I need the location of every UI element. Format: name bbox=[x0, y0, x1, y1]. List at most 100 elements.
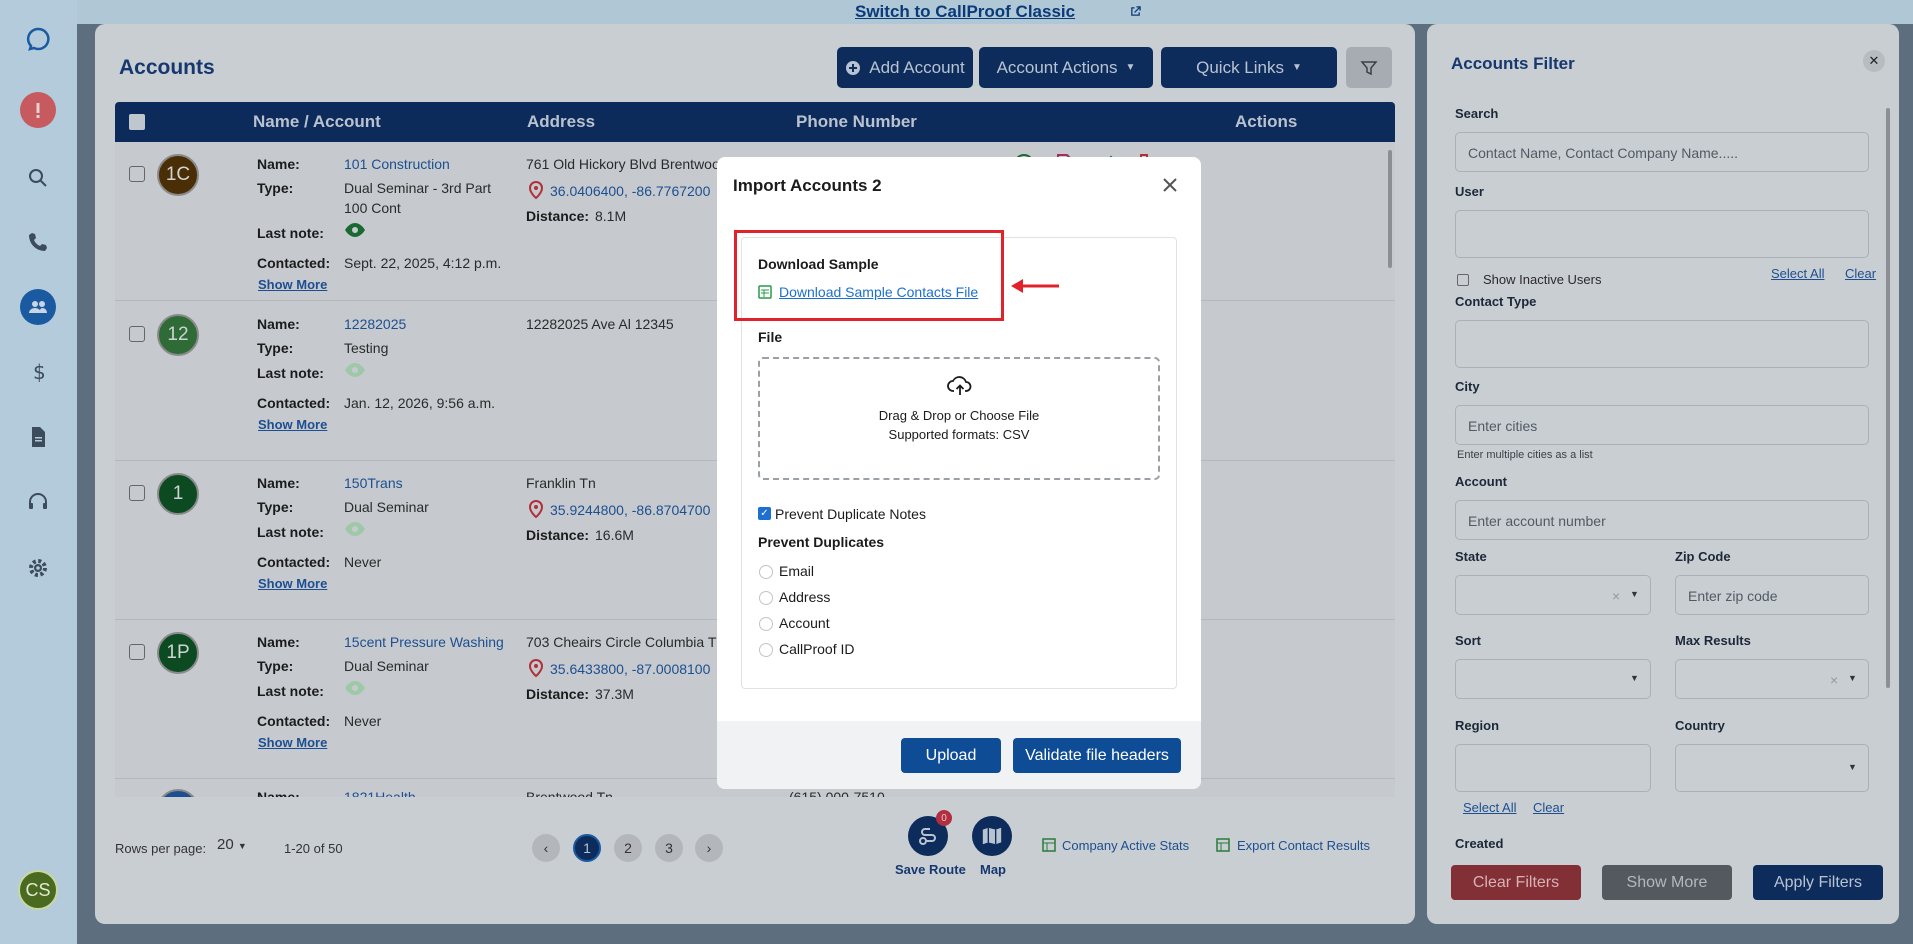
eye-icon[interactable] bbox=[344, 521, 366, 537]
close-icon[interactable] bbox=[1158, 173, 1182, 197]
contact-type-select[interactable] bbox=[1455, 320, 1869, 368]
sort-select[interactable]: ▼ bbox=[1455, 659, 1651, 699]
state-select[interactable]: × ▼ bbox=[1455, 575, 1651, 615]
region-select[interactable] bbox=[1455, 744, 1651, 792]
settings-icon[interactable] bbox=[20, 550, 56, 586]
page-2[interactable]: 2 bbox=[614, 834, 642, 862]
user-select-all-link[interactable]: Select All bbox=[1771, 266, 1824, 281]
user-select[interactable] bbox=[1455, 210, 1869, 258]
row-checkbox[interactable] bbox=[129, 166, 145, 182]
row-show-more-link[interactable]: Show More bbox=[258, 417, 327, 432]
prevent-duplicate-notes-checkbox[interactable]: ✓ bbox=[758, 507, 771, 520]
city-label: City bbox=[1455, 379, 1480, 394]
row-checkbox[interactable] bbox=[129, 644, 145, 660]
coordinates-link[interactable]: 36.0406400, -86.7767200 bbox=[526, 180, 710, 202]
eye-icon[interactable] bbox=[344, 222, 366, 238]
contacted-date: Never bbox=[344, 713, 382, 729]
prevent-dup-email-radio[interactable] bbox=[759, 565, 773, 579]
upload-button[interactable]: Upload bbox=[901, 738, 1001, 773]
contacted-label: Contacted: bbox=[257, 395, 331, 411]
distance-value: 16.6M bbox=[595, 527, 634, 543]
created-label: Created bbox=[1455, 836, 1504, 851]
distance-value: 37.3M bbox=[595, 686, 634, 702]
show-inactive-label: Show Inactive Users bbox=[1483, 272, 1602, 287]
account-name-link[interactable]: 150Trans bbox=[344, 475, 403, 491]
search-icon[interactable] bbox=[20, 160, 56, 196]
country-select[interactable]: ▼ bbox=[1675, 744, 1869, 792]
page-3[interactable]: 3 bbox=[655, 834, 683, 862]
table-scrollbar[interactable] bbox=[1388, 150, 1392, 268]
account-name-link[interactable]: 12282025 bbox=[344, 316, 406, 332]
prevent-dup-address-radio[interactable] bbox=[759, 591, 773, 605]
max-results-select[interactable]: × ▼ bbox=[1675, 659, 1869, 699]
city-input[interactable]: Enter cities bbox=[1455, 405, 1869, 445]
switch-classic-link[interactable]: Switch to CallProof Classic bbox=[855, 2, 1075, 22]
document-icon[interactable] bbox=[20, 419, 56, 455]
account-address: Brentwood Tn bbox=[526, 789, 613, 797]
page-range: 1-20 of 50 bbox=[284, 841, 343, 856]
logo-icon[interactable] bbox=[20, 21, 56, 57]
account-name-link[interactable]: 15cent Pressure Washing bbox=[344, 634, 504, 650]
quick-links-dropdown[interactable]: Quick Links ▼ bbox=[1161, 47, 1337, 88]
clear-filters-button[interactable]: Clear Filters bbox=[1451, 865, 1581, 900]
close-filter-icon[interactable]: ✕ bbox=[1863, 50, 1885, 72]
sort-label: Sort bbox=[1455, 633, 1481, 648]
account-input[interactable]: Enter account number bbox=[1455, 500, 1869, 540]
type-label: Type: bbox=[257, 658, 294, 674]
row-checkbox[interactable] bbox=[129, 485, 145, 501]
add-account-button[interactable]: Add Account bbox=[837, 47, 973, 88]
support-icon[interactable] bbox=[20, 484, 56, 520]
phone-number[interactable]: (615) 000-7510 bbox=[789, 789, 885, 797]
coordinates-link[interactable]: 35.9244800, -86.8704700 bbox=[526, 499, 710, 521]
page-1[interactable]: 1 bbox=[573, 834, 601, 862]
account-type: Dual Seminar bbox=[344, 499, 429, 515]
zip-input[interactable]: Enter zip code bbox=[1675, 575, 1869, 615]
search-input[interactable]: Contact Name, Contact Company Name..... bbox=[1455, 132, 1869, 172]
account-type: Dual Seminar bbox=[344, 658, 429, 674]
row-show-more-link[interactable]: Show More bbox=[258, 576, 327, 591]
col-phone: Phone Number bbox=[796, 112, 917, 131]
row-show-more-link[interactable]: Show More bbox=[258, 277, 327, 292]
accounts-icon[interactable] bbox=[20, 289, 56, 325]
account-name-link[interactable]: 1821Health bbox=[344, 789, 416, 797]
prevent-dup-callproof-radio[interactable] bbox=[759, 643, 773, 657]
alert-icon[interactable] bbox=[20, 92, 56, 128]
dollar-icon[interactable]: $ bbox=[20, 354, 56, 390]
filter-toggle-button[interactable] bbox=[1346, 47, 1392, 88]
phone-icon[interactable] bbox=[20, 224, 56, 260]
filter-scrollbar[interactable] bbox=[1886, 108, 1890, 688]
row-show-more-link[interactable]: Show More bbox=[258, 735, 327, 750]
map-button[interactable] bbox=[972, 816, 1012, 856]
user-avatar[interactable]: CS bbox=[18, 870, 58, 910]
account-avatar bbox=[157, 789, 199, 797]
rows-per-page-select[interactable]: 20 ▼ bbox=[217, 836, 247, 853]
save-route-button[interactable]: 0 bbox=[908, 810, 952, 856]
prevent-duplicates-label: Prevent Duplicates bbox=[758, 534, 885, 550]
apply-filters-button[interactable]: Apply Filters bbox=[1753, 865, 1883, 900]
sidebar: $ CS bbox=[0, 0, 77, 944]
company-active-stats-link[interactable]: Company Active Stats bbox=[1062, 838, 1189, 853]
coordinates-link[interactable]: 35.6433800, -87.0008100 bbox=[526, 658, 710, 680]
row-checkbox[interactable] bbox=[129, 326, 145, 342]
region-clear-link[interactable]: Clear bbox=[1533, 800, 1564, 815]
next-page-button[interactable]: › bbox=[695, 834, 723, 862]
eye-icon[interactable] bbox=[344, 680, 366, 696]
prev-page-button[interactable]: ‹ bbox=[532, 834, 560, 862]
city-hint: Enter multiple cities as a list bbox=[1457, 449, 1593, 461]
type-label: Type: bbox=[257, 340, 294, 356]
validate-headers-button[interactable]: Validate file headers bbox=[1013, 738, 1181, 773]
user-clear-link[interactable]: Clear bbox=[1845, 266, 1876, 281]
prevent-dup-account-radio[interactable] bbox=[759, 617, 773, 631]
account-name-link[interactable]: 101 Construction bbox=[344, 156, 450, 172]
eye-icon[interactable] bbox=[344, 362, 366, 378]
select-all-checkbox[interactable] bbox=[129, 114, 145, 130]
export-contact-results-link[interactable]: Export Contact Results bbox=[1237, 838, 1370, 853]
account-actions-label: Account Actions bbox=[996, 57, 1118, 77]
account-actions-dropdown[interactable]: Account Actions ▼ bbox=[979, 47, 1153, 88]
show-inactive-checkbox[interactable] bbox=[1457, 274, 1469, 286]
location-pin-icon bbox=[528, 180, 544, 200]
account-type: Testing bbox=[344, 340, 389, 356]
filter-title: Accounts Filter bbox=[1451, 54, 1575, 73]
region-select-all-link[interactable]: Select All bbox=[1463, 800, 1516, 815]
filter-show-more-button[interactable]: Show More bbox=[1602, 865, 1732, 900]
